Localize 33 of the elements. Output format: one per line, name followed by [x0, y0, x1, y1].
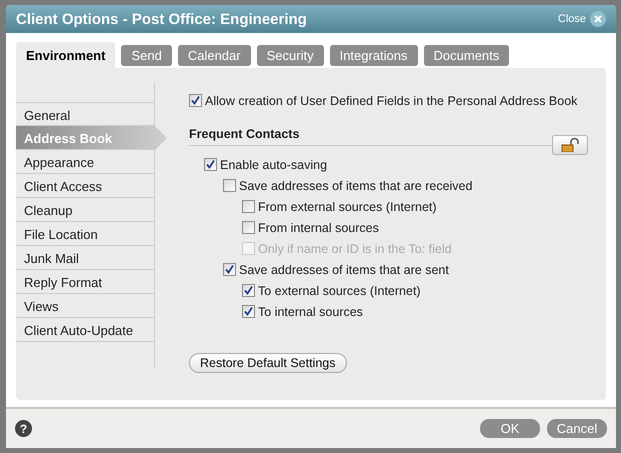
lock-button[interactable] [552, 135, 588, 155]
option-label: From external sources (Internet) [258, 200, 437, 214]
sidebar-item[interactable]: File Location [16, 222, 154, 246]
option-label: Save addresses of items that are sent [239, 262, 449, 276]
sidebar-item[interactable]: Client Auto-Update [16, 318, 154, 342]
checkbox[interactable] [223, 179, 236, 192]
checkbox[interactable] [242, 284, 255, 297]
padlock-icon [561, 138, 579, 152]
close-icon [590, 11, 606, 27]
checkbox[interactable] [223, 263, 236, 276]
section-heading: Frequent Contacts [189, 127, 300, 141]
option-label: To internal sources [258, 304, 363, 318]
checkbox[interactable] [242, 200, 255, 213]
option-label: Save addresses of items that are received [239, 178, 472, 192]
option-label: Allow creation of User Defined Fields in the Personal Address Book [205, 94, 578, 108]
checkbox[interactable] [204, 158, 217, 171]
option-label: Only if name or ID is in the To: field [258, 242, 452, 256]
sidebar-item[interactable]: Junk Mail [16, 246, 154, 270]
window-title: Client Options - Post Office: Engineering [16, 10, 308, 28]
tab[interactable]: Environment [16, 42, 116, 68]
sidebar-item[interactable]: Cleanup [16, 198, 154, 222]
sidebar-item[interactable]: Appearance [16, 150, 154, 174]
sidebar-item[interactable]: Views [16, 294, 154, 318]
option-label: To external sources (Internet) [258, 284, 421, 298]
help-button[interactable]: ? [15, 420, 32, 437]
restore-defaults-button[interactable]: Restore Default Settings [189, 353, 346, 373]
checkbox[interactable] [242, 221, 255, 234]
sidebar-item[interactable]: Client Access [16, 174, 154, 198]
checkbox[interactable] [242, 305, 255, 318]
sidebar-item[interactable]: Reply Format [16, 270, 154, 294]
option-label: From internal sources [258, 220, 379, 234]
checkbox[interactable] [189, 94, 202, 107]
option-label: Enable auto-saving [220, 158, 328, 172]
